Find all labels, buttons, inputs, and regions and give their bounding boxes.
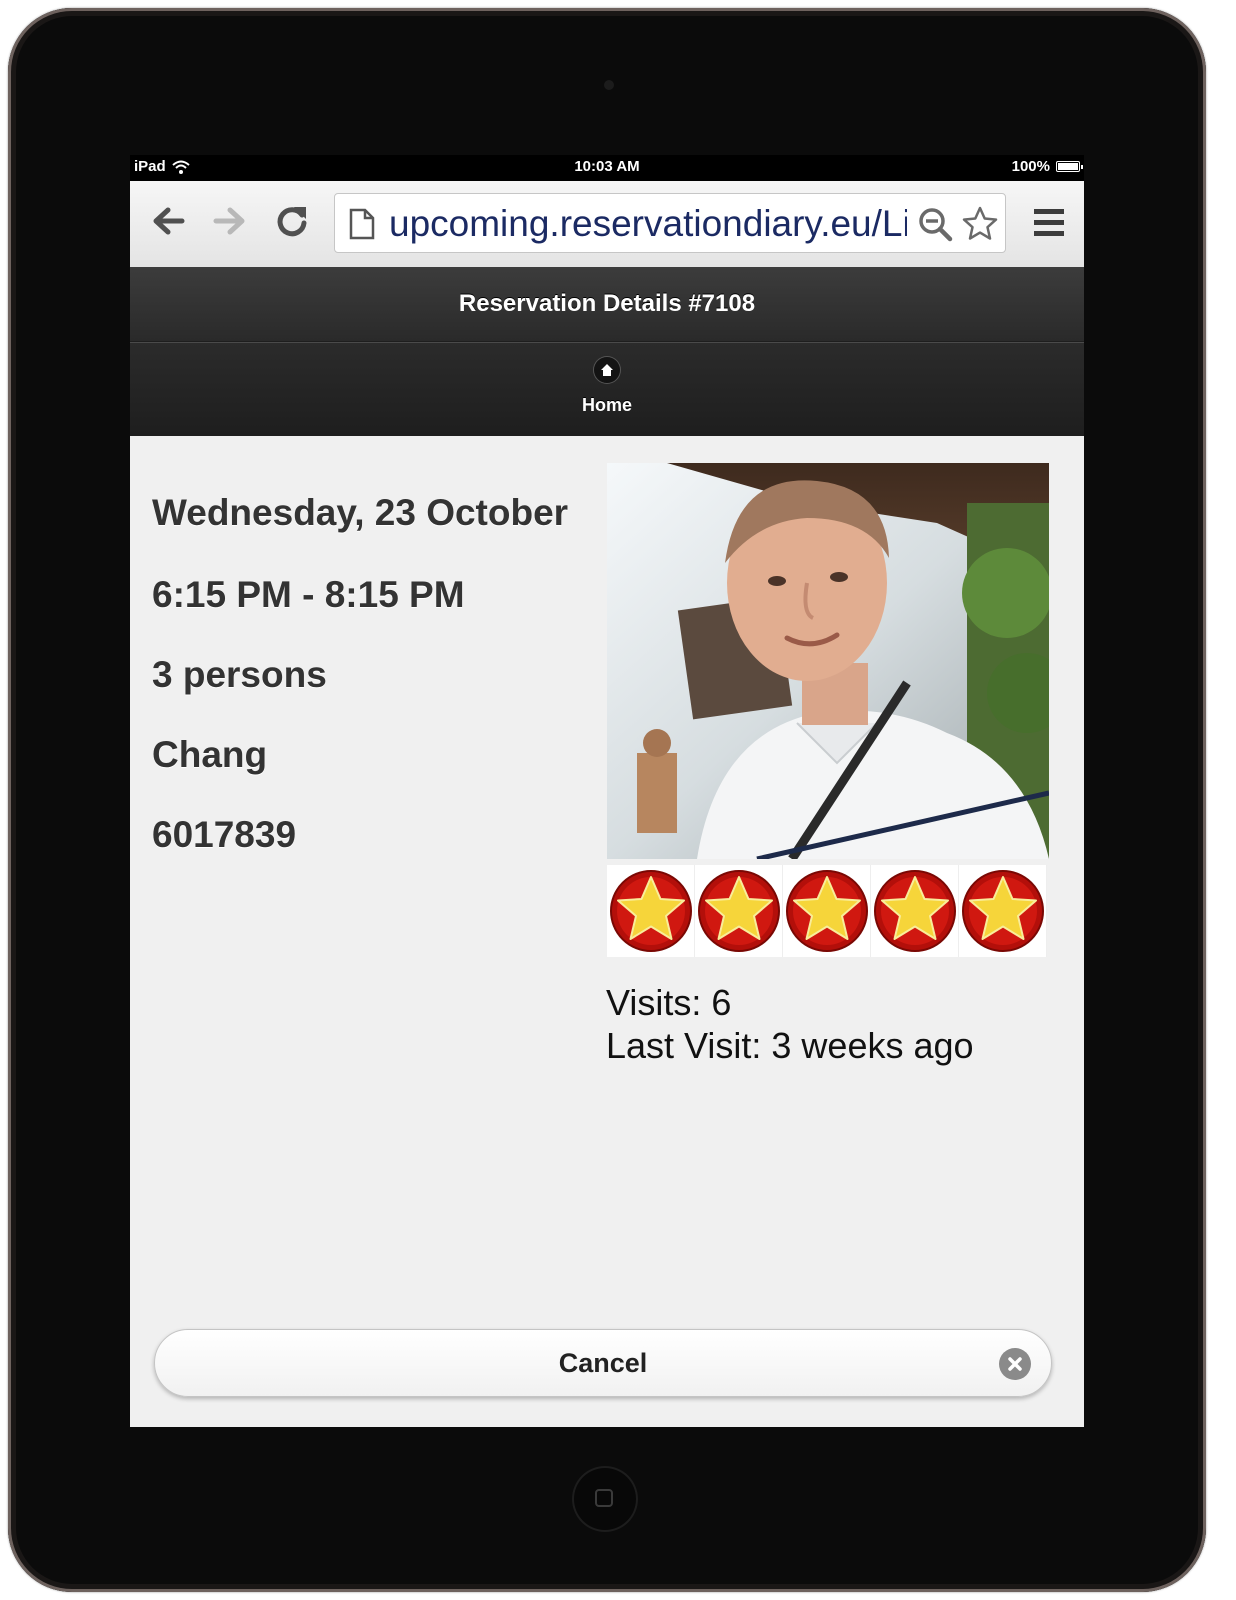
guest-photo: [607, 463, 1049, 859]
home-square-icon: [595, 1489, 613, 1507]
reservation-date: Wednesday, 23 October: [152, 492, 569, 533]
star-badge-icon: [785, 870, 868, 952]
star-badge-icon: [697, 870, 780, 952]
address-bar[interactable]: upcoming.reservationdiary.eu/List/: [334, 193, 1006, 253]
front-camera: [604, 80, 614, 90]
rating-star-5: [959, 865, 1047, 957]
page-icon: [349, 208, 375, 240]
url-text: upcoming.reservationdiary.eu/List/: [389, 204, 907, 244]
back-button[interactable]: [146, 199, 190, 243]
rating-star-2: [695, 865, 783, 957]
reload-icon: [277, 207, 307, 237]
hardware-home-button[interactable]: [572, 1466, 638, 1532]
battery-percent: 100%: [1011, 158, 1050, 175]
browser-toolbar: upcoming.reservationdiary.eu/List/: [130, 181, 1084, 268]
rating-star-4: [871, 865, 959, 957]
guest-stats: Visits: 6 Last Visit: 3 weeks ago: [606, 981, 974, 1067]
reservation-persons: 3 persons: [152, 654, 327, 695]
reload-button[interactable]: [270, 199, 314, 243]
cancel-button-label: Cancel: [558, 1348, 648, 1378]
battery-icon: [1056, 161, 1083, 172]
footer-bar: Cancel: [130, 1325, 1084, 1427]
cancel-button[interactable]: Cancel: [154, 1329, 1052, 1397]
forward-button[interactable]: [208, 199, 252, 243]
guest-rating: [607, 865, 1051, 957]
home-icon: [594, 357, 620, 383]
reservation-content: Wednesday, 23 October 6:15 PM - 8:15 PM …: [130, 435, 1084, 1325]
star-badge-icon: [873, 870, 956, 952]
page-header: Reservation Details #7108: [130, 267, 1084, 342]
device-screen: iPad 10:03 AM 100% upcoming.reservationd…: [130, 155, 1084, 1427]
guest-phone: 6017839: [152, 814, 297, 855]
star-badge-icon: [961, 870, 1044, 952]
rating-star-3: [783, 865, 871, 957]
home-nav-label: Home: [581, 395, 632, 415]
star-badge-icon: [609, 870, 692, 952]
status-bar: iPad 10:03 AM 100%: [130, 155, 1084, 181]
navbar: Home: [130, 342, 1084, 436]
back-arrow-icon: [153, 207, 185, 235]
menu-icon[interactable]: [1032, 205, 1066, 241]
last-visit: Last Visit: 3 weeks ago: [606, 1025, 974, 1066]
reservation-time: 6:15 PM - 8:15 PM: [152, 574, 465, 615]
reservation-details: Wednesday, 23 October 6:15 PM - 8:15 PM …: [152, 475, 568, 875]
rating-star-1: [607, 865, 695, 957]
home-nav-button[interactable]: Home: [557, 351, 657, 427]
status-time: 10:03 AM: [574, 158, 640, 175]
forward-arrow-icon: [213, 207, 245, 235]
zoom-out-icon[interactable]: [917, 206, 953, 242]
visit-count: Visits: 6: [606, 982, 732, 1023]
guest-name: Chang: [152, 734, 268, 775]
page-title: Reservation Details #7108: [458, 290, 756, 317]
close-icon: [999, 1348, 1031, 1380]
bookmark-star-icon[interactable]: [961, 205, 999, 243]
